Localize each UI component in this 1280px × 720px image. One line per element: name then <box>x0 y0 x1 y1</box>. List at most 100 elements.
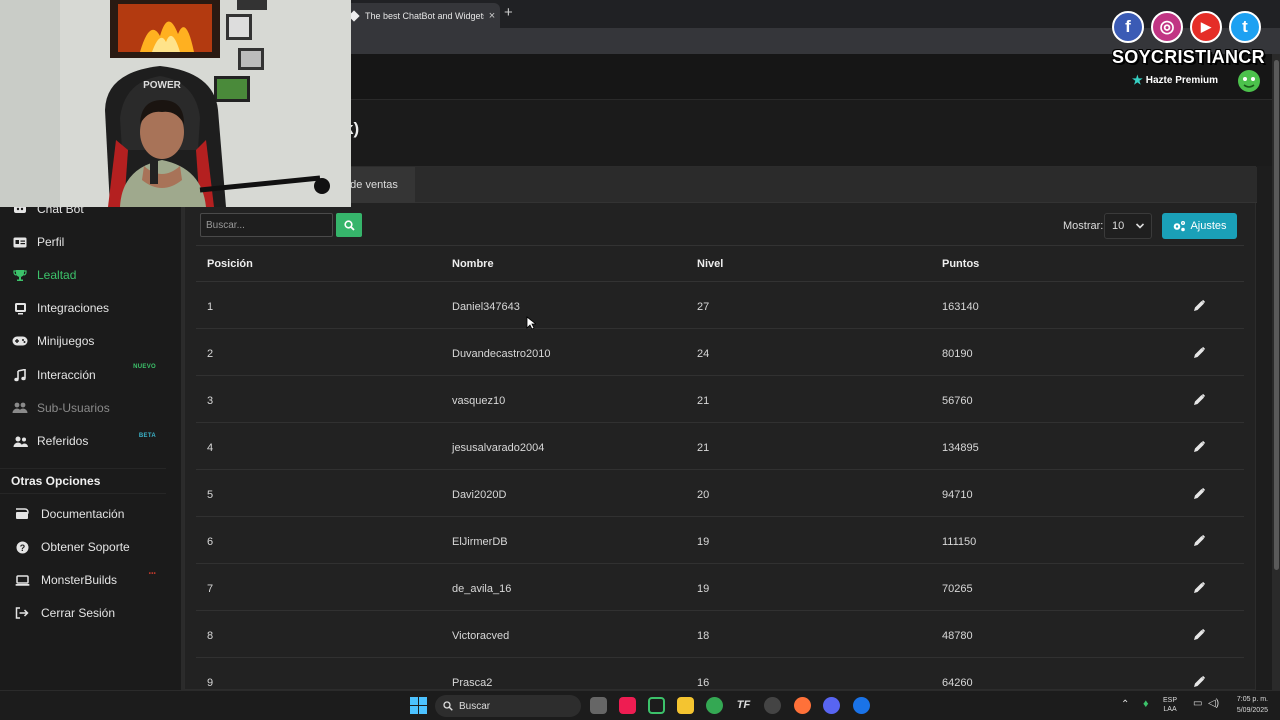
mascot-icon <box>1238 70 1260 92</box>
column-header-name[interactable]: Nombre <box>452 258 494 270</box>
clock-time: 7:05 p. m. <box>1236 696 1268 703</box>
tiktok-icon[interactable] <box>619 697 636 714</box>
sidebar-option-soporte[interactable]: ? Obtener Soporte <box>0 531 166 563</box>
column-header-position[interactable]: Posición <box>207 258 253 270</box>
browser-tab-title: The best ChatBot and Widgets <box>365 10 484 21</box>
table-row: 1 Daniel347643 27 163140 <box>196 282 1244 329</box>
cell-name: Prasca2 <box>452 677 493 689</box>
browser-tab[interactable]: The best ChatBot and Widgets × <box>342 3 500 28</box>
table-row: 3 vasquez10 21 56760 <box>196 376 1244 423</box>
sidebar-option-label: Documentación <box>41 507 125 521</box>
firefox-icon[interactable] <box>794 697 811 714</box>
file-explorer-icon[interactable] <box>677 697 694 714</box>
sidebar-item-integraciones[interactable]: Integraciones <box>0 292 166 324</box>
facebook-icon: f <box>1112 11 1144 43</box>
sign-out-icon <box>14 605 30 621</box>
windows-start-icon[interactable] <box>410 697 427 714</box>
user-group-icon <box>12 433 28 449</box>
streamer-brand-name: SOYCRISTIANCR <box>1112 47 1265 67</box>
table-row: 9 Prasca2 16 64260 <box>196 658 1244 690</box>
page-size-value: 10 <box>1112 220 1125 232</box>
edit-pencil-icon[interactable] <box>1192 299 1206 313</box>
network-icon[interactable]: ▭ <box>1193 698 1202 709</box>
trophy-icon <box>12 267 28 283</box>
gears-icon <box>1174 221 1186 232</box>
cell-position: 7 <box>207 583 214 595</box>
settings-button[interactable]: Ajustes <box>1162 213 1237 239</box>
sidebar-item-label: Perfil <box>37 235 65 249</box>
cell-points: 163140 <box>942 301 979 313</box>
language-code: ESP <box>1163 697 1178 704</box>
table-row: 6 ElJirmerDB 19 111150 <box>196 517 1244 564</box>
edit-pencil-icon[interactable] <box>1192 675 1206 689</box>
page-size-label: Mostrar: <box>1063 220 1104 232</box>
steam-icon[interactable] <box>764 697 781 714</box>
cell-name: de_avila_16 <box>452 583 512 595</box>
scrollbar-thumb[interactable] <box>1274 60 1279 570</box>
users-icon <box>12 400 28 416</box>
edit-pencil-icon[interactable] <box>1192 346 1206 360</box>
new-tab-button[interactable]: + <box>504 4 513 21</box>
microphone-icon[interactable]: ♦ <box>1143 698 1149 710</box>
task-view-icon[interactable] <box>590 697 607 714</box>
chevron-up-icon[interactable]: ⌃ <box>1121 699 1129 710</box>
table-row: 7 de_avila_16 19 70265 <box>196 564 1244 611</box>
new-badge: NUEVO <box>133 364 156 370</box>
tf-app-icon[interactable]: TF <box>735 697 752 714</box>
mouse-cursor-icon <box>526 316 536 330</box>
music-note-icon <box>12 367 28 383</box>
play-app-icon[interactable] <box>648 697 665 714</box>
table-row: 4 jesusalvarado2004 21 134895 <box>196 423 1244 470</box>
id-card-icon <box>12 234 28 250</box>
question-circle-icon: ? <box>14 539 30 555</box>
page-size-select[interactable]: 10 <box>1104 213 1152 239</box>
gamepad-icon <box>12 333 28 349</box>
chrome-icon[interactable] <box>706 697 723 714</box>
language-indicator[interactable]: ESP LAA <box>1163 696 1177 714</box>
taskbar-search[interactable]: Buscar <box>435 695 581 717</box>
sidebar-option-cerrar-sesion[interactable]: Cerrar Sesión <box>0 597 166 629</box>
cell-position: 5 <box>207 489 214 501</box>
sidebar-item-referidos[interactable]: Referidos BETA <box>0 425 166 457</box>
laptop-icon <box>14 572 30 588</box>
sidebar-option-documentacion[interactable]: Documentación <box>0 498 166 530</box>
cell-level: 27 <box>697 301 710 313</box>
column-header-level[interactable]: Nivel <box>697 258 723 270</box>
sidebar-item-minijuegos[interactable]: Minijuegos <box>0 325 166 357</box>
edit-pencil-icon[interactable] <box>1192 440 1206 454</box>
sidebar-item-label: Interacción <box>37 368 96 382</box>
sidebar-item-interaccion[interactable]: Interacción NUEVO <box>0 359 166 391</box>
system-clock[interactable]: 7:05 p. m. 5/09/2025 <box>1222 694 1268 716</box>
sidebar-item-sub-usuarios[interactable]: Sub-Usuarios <box>0 392 166 424</box>
search-icon <box>343 219 355 231</box>
cell-position: 2 <box>207 348 214 360</box>
cell-name: Davi2020D <box>452 489 507 501</box>
cell-name: Daniel347643 <box>452 301 520 313</box>
table-row: 5 Davi2020D 20 94710 <box>196 470 1244 517</box>
cell-level: 19 <box>697 583 710 595</box>
cell-points: 70265 <box>942 583 973 595</box>
keyboard-layout: LAA <box>1163 706 1177 713</box>
premium-link[interactable]: ★ Hazte Premium <box>1132 73 1218 87</box>
chrome-canary-icon[interactable] <box>853 697 870 714</box>
edit-pencil-icon[interactable] <box>1192 487 1206 501</box>
cell-points: 64260 <box>942 677 973 689</box>
discord-icon[interactable] <box>823 697 840 714</box>
cell-name: Duvandecastro2010 <box>452 348 551 360</box>
column-header-points[interactable]: Puntos <box>942 258 979 270</box>
edit-pencil-icon[interactable] <box>1192 581 1206 595</box>
cell-position: 4 <box>207 442 214 454</box>
volume-icon[interactable]: ◁) <box>1208 698 1219 709</box>
edit-pencil-icon[interactable] <box>1192 628 1206 642</box>
close-tab-icon[interactable]: × <box>484 10 500 22</box>
edit-pencil-icon[interactable] <box>1192 534 1206 548</box>
sidebar-option-monsterbuilds[interactable]: MonsterBuilds ••• <box>0 564 166 596</box>
sidebar-item-lealtad[interactable]: Lealtad <box>0 259 166 291</box>
section-title-otras-opciones: Otras Opciones <box>0 468 166 494</box>
search-button[interactable] <box>336 213 362 237</box>
sidebar-item-perfil[interactable]: Perfil <box>0 226 166 258</box>
table-row: 2 Duvandecastro2010 24 80190 <box>196 329 1244 376</box>
cell-level: 18 <box>697 630 710 642</box>
edit-pencil-icon[interactable] <box>1192 393 1206 407</box>
search-input[interactable] <box>200 213 333 237</box>
